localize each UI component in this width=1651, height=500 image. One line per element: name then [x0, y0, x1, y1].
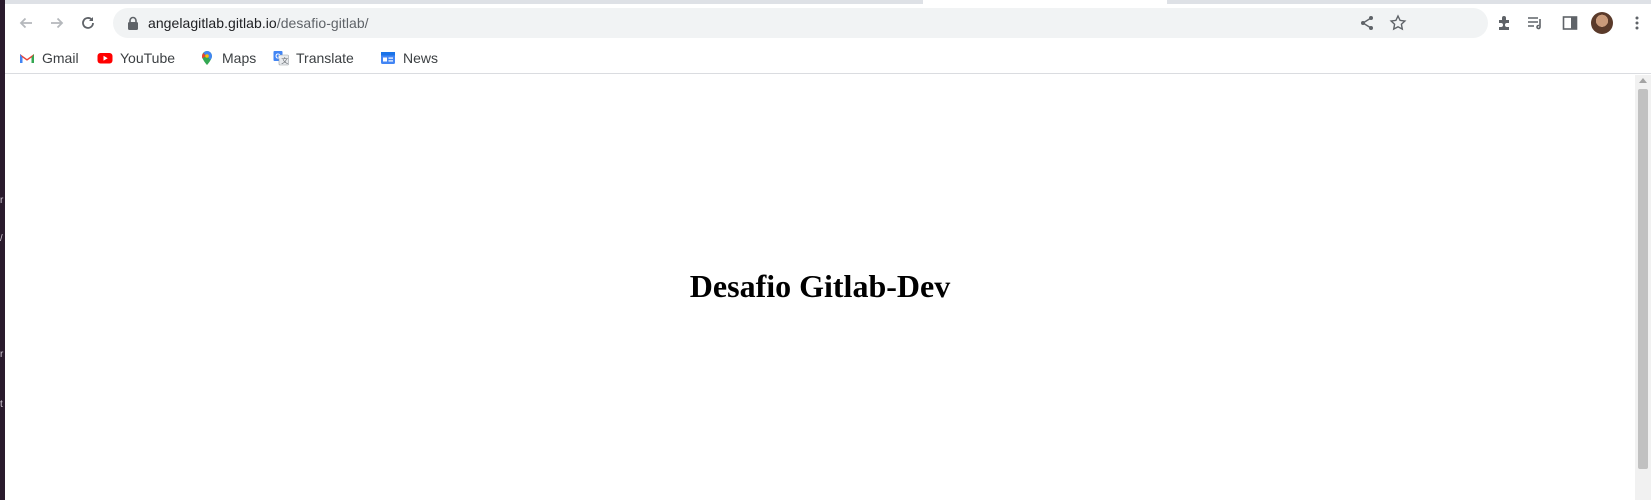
bookmark-gmail[interactable]: Gmail: [19, 47, 79, 69]
bookmark-label: Maps: [222, 50, 257, 66]
reading-list-button[interactable]: [1524, 12, 1546, 34]
bookmarks-bar: Gmail YouTube Maps G文 Translate News: [5, 42, 1651, 74]
page-content: Desafio Gitlab-Dev: [5, 75, 1635, 500]
star-icon[interactable]: [1389, 14, 1407, 32]
browser-toolbar: angelagitlab.gitlab.io/desafio-gitlab/: [5, 4, 1651, 42]
page-heading: Desafio Gitlab-Dev: [689, 268, 951, 304]
forward-button[interactable]: [42, 8, 72, 38]
side-panel-icon: [1562, 16, 1578, 30]
bookmark-youtube[interactable]: YouTube: [97, 47, 175, 69]
lock-icon[interactable]: [127, 16, 139, 30]
share-icon[interactable]: [1358, 14, 1376, 32]
reload-button[interactable]: [73, 8, 103, 38]
back-button[interactable]: [11, 8, 41, 38]
back-icon: [19, 17, 32, 29]
bookmark-news[interactable]: News: [380, 47, 438, 69]
edge-glyph: r: [0, 350, 4, 360]
bookmark-label: Translate: [296, 50, 354, 66]
bookmark-label: YouTube: [120, 50, 176, 66]
browser-window: angelagitlab.gitlab.io/desafio-gitlab/ G…: [5, 0, 1651, 500]
gmail-icon: [20, 54, 34, 63]
bookmark-label: News: [403, 50, 439, 66]
scrollbar-thumb[interactable]: [1638, 89, 1648, 469]
bookmark-maps[interactable]: Maps: [199, 47, 256, 69]
reading-list-icon: [1528, 17, 1541, 30]
url-path: /desafio-gitlab/: [276, 15, 369, 31]
side-panel-button[interactable]: [1559, 12, 1581, 34]
menu-button[interactable]: [1626, 12, 1648, 34]
maps-icon: [202, 51, 212, 65]
edge-glyph: /: [0, 234, 3, 244]
forward-icon: [51, 17, 64, 29]
svg-text:文: 文: [281, 56, 288, 65]
avatar[interactable]: [1591, 12, 1613, 34]
edge-glyph: r: [0, 196, 4, 206]
bookmark-label: Gmail: [42, 50, 79, 66]
bookmark-translate[interactable]: G文 Translate: [273, 47, 354, 69]
url-text[interactable]: angelagitlab.gitlab.io/desafio-gitlab/: [148, 15, 369, 31]
youtube-icon: [97, 53, 113, 64]
vertical-scrollbar[interactable]: [1635, 75, 1651, 500]
extensions-button[interactable]: [1493, 12, 1515, 34]
extensions-icon: [1499, 16, 1509, 30]
menu-icon: [1635, 16, 1639, 30]
url-host: angelagitlab.gitlab.io: [148, 15, 277, 31]
reload-icon: [82, 17, 94, 29]
news-icon: [381, 52, 395, 64]
translate-icon: G文: [273, 51, 289, 66]
address-bar[interactable]: angelagitlab.gitlab.io/desafio-gitlab/: [113, 8, 1488, 38]
edge-glyph: t: [0, 400, 3, 410]
scroll-up-arrow[interactable]: [1639, 78, 1647, 83]
